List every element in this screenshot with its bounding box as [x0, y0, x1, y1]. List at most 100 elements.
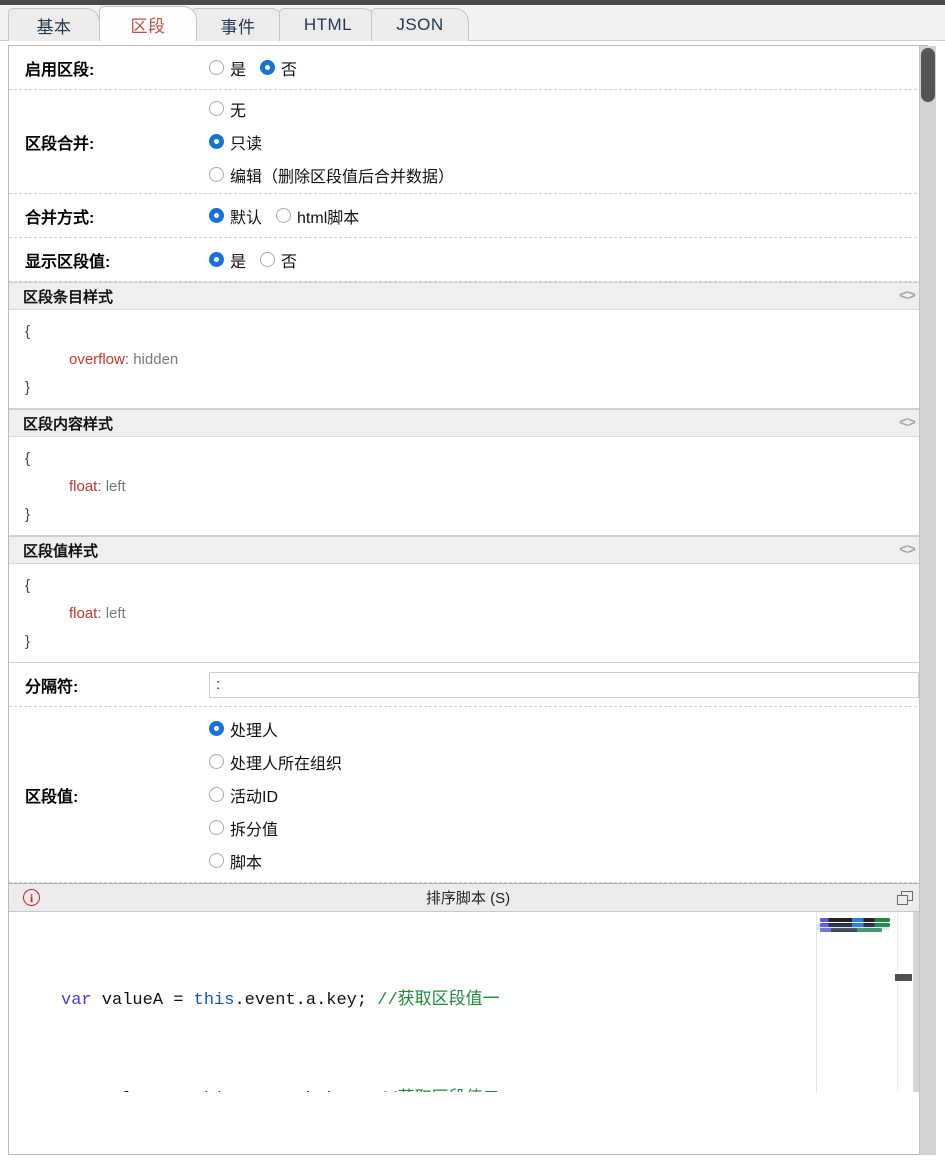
code-section-content-style-body[interactable]: { float: left }	[9, 437, 927, 535]
radio-section-merge-edit[interactable]: 编辑（删除区段值后合并数据）	[209, 163, 927, 187]
radio-merge-mode-default[interactable]: 默认	[209, 204, 262, 228]
sort-script-header: i 排序脚本 (S)	[9, 884, 927, 912]
radio-show-section-value-no[interactable]: 否	[260, 248, 297, 272]
code-declaration: float: left	[9, 600, 927, 628]
label-merge-mode: 合并方式:	[9, 204, 209, 228]
tab-basic[interactable]: 基本	[8, 8, 100, 41]
row-show-section-value: 显示区段值: 是 否	[9, 238, 927, 282]
css-property: float	[69, 605, 97, 622]
radio-circle-icon	[209, 167, 224, 182]
js-keyword: var	[61, 991, 92, 1010]
label-show-section-value: 显示区段值:	[9, 248, 209, 272]
field-show-section-value: 是 否	[209, 248, 927, 272]
label-section-value: 区段值:	[9, 783, 209, 807]
tab-html-label: HTML	[304, 15, 352, 35]
field-section-merge: 无 只读 编辑（删除区段值后合并数据）	[209, 97, 927, 187]
separator-input[interactable]	[209, 672, 919, 698]
sort-script-code[interactable]: var valueA = this.event.a.key; //获取区段值一 …	[9, 912, 927, 1092]
radio-show-section-value-yes[interactable]: 是	[209, 248, 246, 272]
radio-section-value-activity-id[interactable]: 活动ID	[209, 783, 927, 807]
section-settings-panel: 启用区段: 是 否 区段合并: 无 只读 编辑	[8, 45, 928, 1155]
radio-circle-icon	[209, 820, 224, 835]
css-colon: :	[97, 478, 101, 495]
row-separator: 分隔符:	[9, 663, 927, 707]
tab-bar: 基本 区段 事件 HTML JSON	[0, 5, 945, 41]
code-line-2: var valueB = this.event.b.key; //获取区段值二	[61, 1083, 927, 1092]
code-section-item-style-title: 区段条目样式	[23, 286, 113, 307]
tab-html[interactable]: HTML	[279, 8, 377, 41]
editor-minimap[interactable]	[816, 912, 895, 1092]
code-section-content-style: 区段内容样式 <> { float: left }	[9, 409, 927, 536]
css-value: left	[106, 605, 126, 622]
tab-json-label: JSON	[396, 15, 443, 35]
radio-section-value-handler-org[interactable]: 处理人所在组织	[209, 750, 927, 774]
css-colon: :	[97, 605, 101, 622]
code-open-brace: {	[9, 572, 927, 600]
code-close-brace: }	[9, 374, 927, 402]
radio-circle-icon	[260, 252, 275, 267]
radio-section-value-script[interactable]: 脚本	[209, 849, 927, 873]
radio-circle-icon	[209, 60, 224, 75]
code-section-value-style-title: 区段值样式	[23, 540, 98, 561]
radio-circle-icon	[276, 208, 291, 223]
code-declaration: overflow: hidden	[9, 346, 927, 374]
restore-window-icon[interactable]	[897, 891, 913, 905]
tab-section[interactable]: 区段	[99, 6, 197, 41]
row-enable-section: 启用区段: 是 否	[9, 46, 927, 90]
tab-section-label: 区段	[131, 12, 166, 37]
label-enable-section: 启用区段:	[9, 56, 209, 80]
radio-section-merge-none[interactable]: 无	[209, 97, 927, 121]
code-section-item-style-body[interactable]: { overflow: hidden }	[9, 310, 927, 408]
code-brackets-icon[interactable]: <>	[899, 288, 915, 305]
field-section-value: 处理人 处理人所在组织 活动ID 拆分值 脚本	[209, 717, 927, 873]
field-merge-mode: 默认 html脚本	[209, 204, 927, 228]
tab-json[interactable]: JSON	[371, 8, 469, 41]
radio-circle-icon	[209, 853, 224, 868]
radio-merge-mode-html-script[interactable]: html脚本	[276, 204, 359, 228]
field-separator	[209, 672, 927, 698]
code-section-item-style: 区段条目样式 <> { overflow: hidden }	[9, 282, 927, 409]
panel-scrollbar[interactable]	[919, 46, 936, 1155]
info-circle-icon[interactable]: i	[23, 889, 40, 906]
tab-event-label: 事件	[221, 13, 256, 38]
tab-event[interactable]: 事件	[191, 8, 285, 41]
css-colon: :	[125, 351, 129, 368]
code-section-item-style-header[interactable]: 区段条目样式 <>	[9, 282, 927, 310]
sort-script-editor[interactable]: var valueA = this.event.a.key; //获取区段值一 …	[9, 912, 927, 1092]
js-text: valueA =	[92, 991, 194, 1010]
code-section-value-style-body[interactable]: { float: left }	[9, 564, 927, 662]
radio-circle-selected-icon	[209, 252, 224, 267]
radio-enable-section-no[interactable]: 否	[260, 56, 297, 80]
js-text: .event.a.key;	[234, 991, 377, 1010]
code-brackets-icon[interactable]: <>	[899, 415, 915, 432]
radio-enable-section-yes[interactable]: 是	[209, 56, 246, 80]
radio-section-merge-readonly[interactable]: 只读	[209, 130, 927, 154]
label-separator: 分隔符:	[9, 673, 209, 697]
css-property: overflow	[69, 351, 125, 368]
code-brackets-icon[interactable]: <>	[899, 542, 915, 559]
radio-circle-selected-icon	[209, 721, 224, 736]
code-section-content-style-title: 区段内容样式	[23, 413, 113, 434]
panel-scrollbar-thumb[interactable]	[921, 48, 935, 102]
radio-section-value-split-value[interactable]: 拆分值	[209, 816, 927, 840]
js-text: .event.b.key;	[234, 1090, 377, 1092]
editor-scroll-thumb[interactable]	[895, 974, 912, 981]
minimap-selection	[817, 924, 889, 930]
row-merge-mode: 合并方式: 默认 html脚本	[9, 194, 927, 238]
radio-circle-icon	[209, 101, 224, 116]
code-section-value-style: 区段值样式 <> { float: left }	[9, 536, 927, 663]
code-close-brace: }	[9, 628, 927, 656]
code-section-content-style-header[interactable]: 区段内容样式 <>	[9, 409, 927, 437]
radio-section-value-handler[interactable]: 处理人	[209, 717, 927, 741]
code-section-value-style-header[interactable]: 区段值样式 <>	[9, 536, 927, 564]
editor-vertical-scrollbar[interactable]	[897, 912, 913, 1092]
code-line-1: var valueA = this.event.a.key; //获取区段值一	[61, 984, 927, 1017]
css-value: left	[106, 478, 126, 495]
css-property: float	[69, 478, 97, 495]
row-section-merge: 区段合并: 无 只读 编辑（删除区段值后合并数据）	[9, 90, 927, 194]
code-declaration: float: left	[9, 473, 927, 501]
sort-script-title: 排序脚本 (S)	[9, 887, 927, 908]
radio-circle-icon	[209, 787, 224, 802]
radio-circle-selected-icon	[260, 60, 275, 75]
js-text: valueB =	[92, 1090, 194, 1092]
